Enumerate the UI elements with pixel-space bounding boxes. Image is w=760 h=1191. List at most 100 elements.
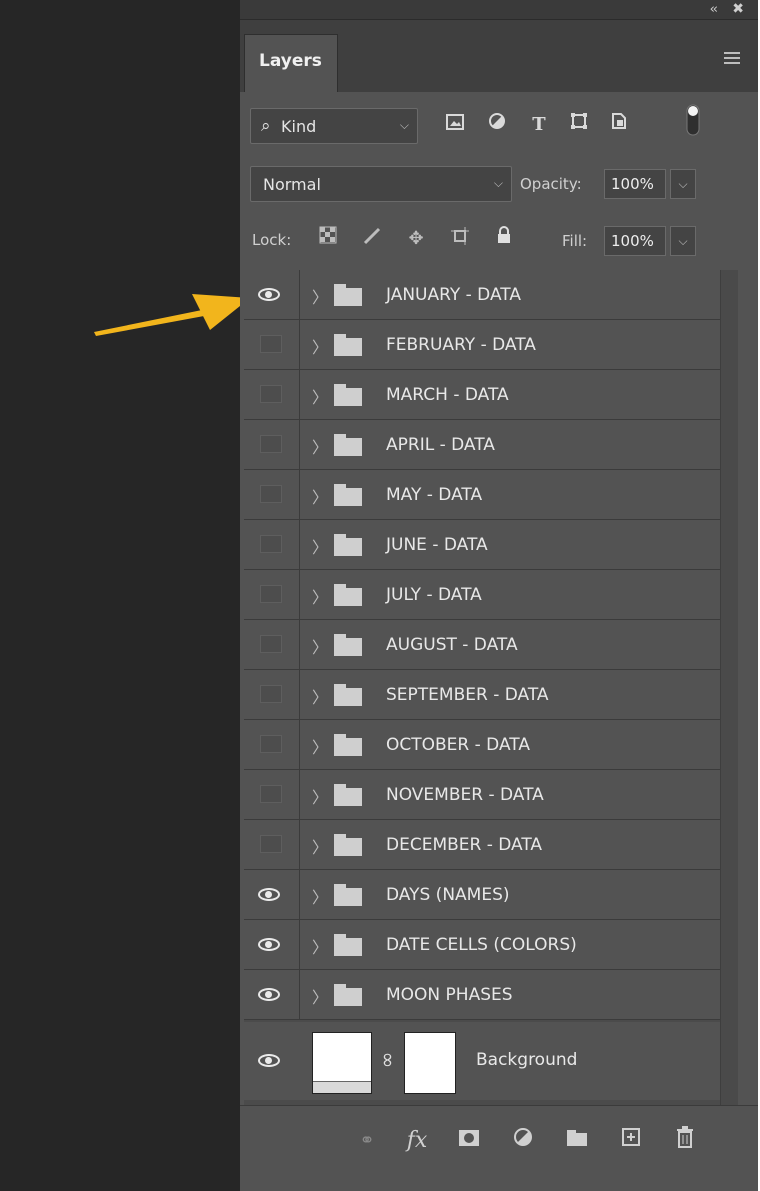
fill-input[interactable]: 100%	[604, 226, 666, 256]
layer-visibility-toggle[interactable]	[244, 670, 300, 719]
lock-all-icon[interactable]	[492, 226, 516, 252]
opacity-chevron-icon[interactable]: ⌵	[670, 169, 696, 199]
layer-name: MOON PHASES	[386, 985, 513, 1005]
layers-scrollbar[interactable]	[720, 270, 738, 1105]
delete-layer-icon[interactable]	[670, 1126, 700, 1156]
pixel-filter-icon[interactable]	[442, 112, 468, 138]
layer-row[interactable]: 〉 OCTOBER - DATA	[244, 720, 720, 770]
hidden-visibility-icon	[260, 485, 282, 503]
expand-chevron-icon[interactable]: 〉	[312, 384, 328, 408]
expand-chevron-icon[interactable]: 〉	[312, 784, 328, 808]
layer-row[interactable]: 〉 APRIL - DATA	[244, 420, 720, 470]
layer-row[interactable]: 〉 DAYS (NAMES)	[244, 870, 720, 920]
layer-row[interactable]: 〉 NOVEMBER - DATA	[244, 770, 720, 820]
layer-row[interactable]: 〉 JUNE - DATA	[244, 520, 720, 570]
expand-chevron-icon[interactable]: 〉	[312, 334, 328, 358]
layer-visibility-toggle[interactable]	[244, 620, 300, 669]
layer-row[interactable]: 〉 DATE CELLS (COLORS)	[244, 920, 720, 970]
lock-transparent-icon[interactable]	[316, 226, 340, 252]
close-icon[interactable]: ✖	[732, 1, 744, 17]
panel-menu-icon[interactable]	[724, 52, 740, 64]
expand-chevron-icon[interactable]: 〉	[312, 484, 328, 508]
expand-chevron-icon[interactable]: 〉	[312, 634, 328, 658]
hidden-visibility-icon	[260, 585, 282, 603]
panel-title-strip: ‹‹ ✖	[240, 0, 758, 20]
chevron-down-icon: ⌵	[493, 176, 503, 190]
folder-icon	[334, 434, 362, 456]
layer-visibility-toggle[interactable]	[244, 820, 300, 869]
expand-chevron-icon[interactable]: 〉	[312, 284, 328, 308]
layers-list: 〉 JANUARY - DATA 〉 FEBRUARY - DATA 〉 MARCH - …	[244, 270, 720, 1105]
fill-chevron-icon[interactable]: ⌵	[670, 226, 696, 256]
filter-kind-select[interactable]: ⌕ Kind ⌵	[250, 108, 418, 144]
eye-icon	[258, 988, 280, 1001]
chain-link-icon[interactable]: ∞	[376, 1052, 400, 1069]
fx-icon[interactable]: fx	[402, 1126, 432, 1156]
annotation-arrow	[94, 294, 250, 336]
adjustment-filter-icon[interactable]	[484, 112, 510, 138]
layer-visibility-toggle[interactable]	[244, 370, 300, 419]
layer-visibility-toggle[interactable]	[244, 570, 300, 619]
layer-visibility-toggle[interactable]	[244, 270, 300, 319]
expand-chevron-icon[interactable]: 〉	[312, 734, 328, 758]
blend-mode-select[interactable]: Normal ⌵	[250, 166, 512, 202]
background-layer-row[interactable]: ∞ Background	[244, 1022, 720, 1100]
layers-panel: ‹‹ ✖ Layers ⌕ Kind ⌵ T Normal ⌵ Opacity:…	[240, 0, 758, 1191]
link-layers-icon[interactable]: ⚭	[352, 1126, 382, 1156]
layer-visibility-toggle[interactable]	[244, 970, 300, 1019]
folder-icon	[334, 384, 362, 406]
collapse-panel-icon[interactable]: ‹‹	[710, 2, 719, 17]
layer-visibility-toggle[interactable]	[244, 720, 300, 769]
expand-chevron-icon[interactable]: 〉	[312, 584, 328, 608]
hidden-visibility-icon	[260, 335, 282, 353]
layer-visibility-toggle[interactable]	[244, 1022, 300, 1100]
layer-visibility-toggle[interactable]	[244, 520, 300, 569]
shape-filter-icon[interactable]	[566, 112, 592, 138]
lock-image-icon[interactable]	[360, 226, 384, 252]
layer-row[interactable]: 〉 DECEMBER - DATA	[244, 820, 720, 870]
eye-icon	[258, 888, 280, 901]
chevron-down-icon: ⌵	[399, 118, 409, 132]
lock-position-icon[interactable]: ✥	[404, 226, 428, 252]
layer-row[interactable]: 〉 FEBRUARY - DATA	[244, 320, 720, 370]
folder-icon	[334, 334, 362, 356]
expand-chevron-icon[interactable]: 〉	[312, 984, 328, 1008]
layer-row[interactable]: 〉 JANUARY - DATA	[244, 270, 720, 320]
expand-chevron-icon[interactable]: 〉	[312, 534, 328, 558]
layer-row[interactable]: 〉 SEPTEMBER - DATA	[244, 670, 720, 720]
layer-visibility-toggle[interactable]	[244, 920, 300, 969]
layer-name: MARCH - DATA	[386, 385, 509, 405]
layer-row[interactable]: 〉 MAY - DATA	[244, 470, 720, 520]
layer-name: JANUARY - DATA	[386, 285, 521, 305]
tab-layers[interactable]: Layers	[244, 34, 338, 92]
tab-row: Layers	[240, 20, 758, 92]
layer-visibility-toggle[interactable]	[244, 420, 300, 469]
expand-chevron-icon[interactable]: 〉	[312, 934, 328, 958]
opacity-input[interactable]: 100%	[604, 169, 666, 199]
filter-toggle-icon[interactable]	[680, 104, 706, 136]
layer-visibility-toggle[interactable]	[244, 470, 300, 519]
expand-chevron-icon[interactable]: 〉	[312, 834, 328, 858]
layer-visibility-toggle[interactable]	[244, 320, 300, 369]
layer-row[interactable]: 〉 MOON PHASES	[244, 970, 720, 1020]
new-group-icon[interactable]	[562, 1126, 592, 1156]
layer-visibility-toggle[interactable]	[244, 770, 300, 819]
folder-icon	[334, 784, 362, 806]
smart-object-filter-icon[interactable]	[606, 112, 632, 138]
expand-chevron-icon[interactable]: 〉	[312, 884, 328, 908]
add-mask-icon[interactable]	[454, 1126, 484, 1156]
expand-chevron-icon[interactable]: 〉	[312, 684, 328, 708]
new-layer-icon[interactable]	[616, 1126, 646, 1156]
layer-row[interactable]: 〉 JULY - DATA	[244, 570, 720, 620]
hidden-visibility-icon	[260, 685, 282, 703]
lock-artboard-icon[interactable]	[448, 226, 472, 252]
expand-chevron-icon[interactable]: 〉	[312, 434, 328, 458]
eye-icon	[258, 1054, 280, 1067]
type-filter-icon[interactable]: T	[526, 112, 552, 138]
layer-row[interactable]: 〉 AUGUST - DATA	[244, 620, 720, 670]
adjustment-layer-icon[interactable]	[508, 1126, 538, 1156]
layer-name: JULY - DATA	[386, 585, 482, 605]
layer-row[interactable]: 〉 MARCH - DATA	[244, 370, 720, 420]
layer-name: JUNE - DATA	[386, 535, 488, 555]
layer-visibility-toggle[interactable]	[244, 870, 300, 919]
